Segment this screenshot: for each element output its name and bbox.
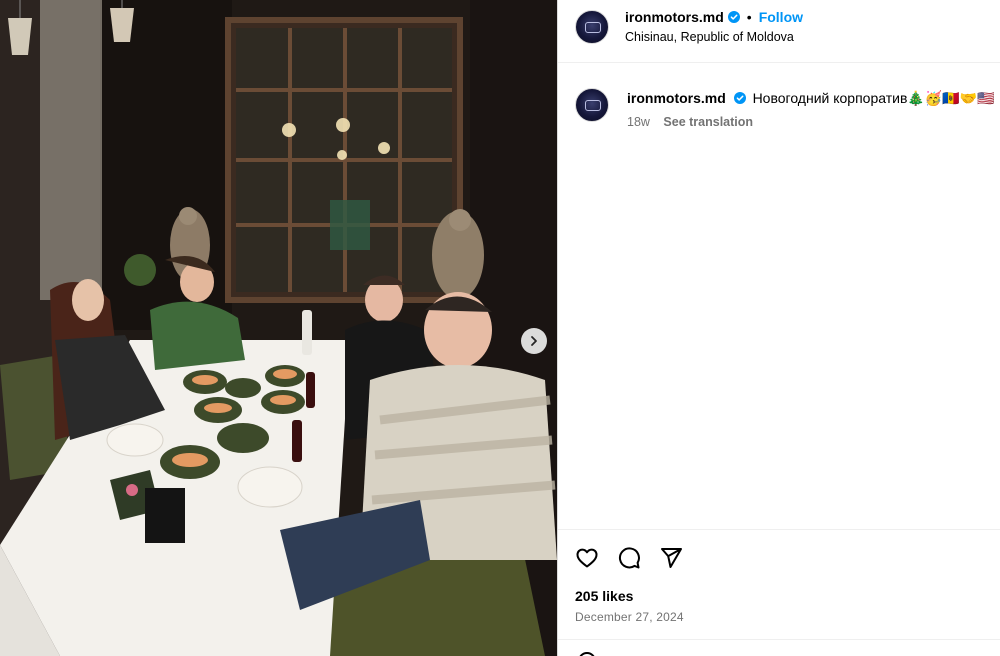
header-username[interactable]: ironmotors.md xyxy=(625,9,724,25)
header-user-line: ironmotors.md • Follow xyxy=(625,9,803,25)
caption-text: Новогодний корпоратив🎄🥳🇲🇩🤝🇺🇸 xyxy=(752,90,995,106)
post-photo[interactable] xyxy=(0,0,557,656)
post-viewer: ironmotors.md • Follow Chisinau, Republi… xyxy=(0,0,1000,656)
location-link[interactable]: Chisinau, Republic of Moldova xyxy=(625,30,794,44)
comment-icon[interactable] xyxy=(617,546,641,570)
post-header: ironmotors.md • Follow Chisinau, Republi… xyxy=(558,0,1000,63)
restaurant-group-photo xyxy=(0,0,557,656)
next-photo-button[interactable] xyxy=(521,328,547,354)
see-translation-button[interactable]: See translation xyxy=(663,115,753,129)
post-age[interactable]: 18w xyxy=(627,115,650,129)
post-sidebar: ironmotors.md • Follow Chisinau, Republi… xyxy=(557,0,1000,656)
comment-bar xyxy=(558,639,1000,656)
separator-dot: • xyxy=(746,9,752,25)
emoji-icon[interactable] xyxy=(578,652,596,656)
follow-button[interactable]: Follow xyxy=(759,9,803,25)
caption-avatar[interactable] xyxy=(575,88,609,122)
caption-line: ironmotors.md Новогодний корпоратив🎄🥳🇲🇩🤝… xyxy=(627,90,995,107)
post-actions: 205 likes December 27, 2024 xyxy=(558,529,1000,639)
avatar[interactable] xyxy=(575,10,609,44)
share-icon[interactable] xyxy=(659,546,683,570)
verified-badge-icon xyxy=(727,11,740,23)
verified-badge-icon xyxy=(733,92,746,104)
post-date: December 27, 2024 xyxy=(575,610,684,624)
chevron-right-icon xyxy=(531,336,537,346)
caption-username[interactable]: ironmotors.md xyxy=(627,90,726,106)
heart-icon[interactable] xyxy=(575,546,599,570)
caption-meta: 18w See translation xyxy=(627,115,753,129)
likes-count[interactable]: 205 likes xyxy=(575,588,633,604)
